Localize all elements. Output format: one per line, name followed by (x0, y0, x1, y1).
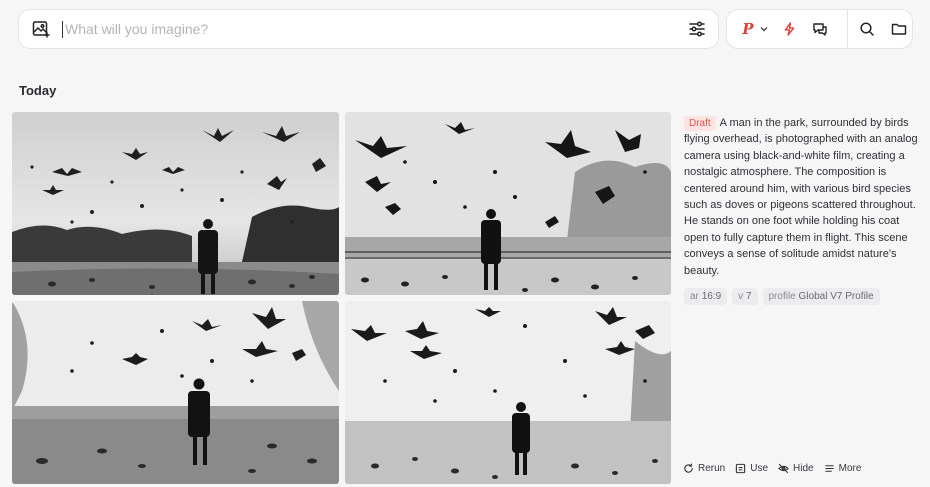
generated-image-1[interactable] (12, 112, 339, 295)
rerun-label: Rerun (698, 463, 726, 474)
prompt-input[interactable] (63, 10, 687, 48)
chat-icon (813, 23, 828, 36)
job-actions: Rerun Use Hide More (683, 463, 861, 474)
aspect-ratio-tag[interactable]: ar 16:9 (684, 288, 728, 305)
folder-button[interactable] (886, 21, 912, 37)
draft-badge: Draft (684, 116, 716, 131)
image-2-scene (345, 112, 671, 295)
more-button[interactable]: More (824, 463, 862, 474)
use-button[interactable]: Use (735, 463, 768, 474)
tag-key: profile (768, 291, 796, 302)
generated-image-4[interactable] (345, 301, 671, 484)
rerun-icon (684, 463, 693, 473)
job-parameters: ar 16:9 v 7 profile Global V7 Profile (684, 288, 880, 305)
more-icon (824, 465, 834, 472)
tag-key: ar (690, 291, 699, 302)
use-icon (736, 463, 746, 474)
use-label: Use (750, 463, 769, 474)
folder-icon (891, 23, 907, 35)
hide-label: Hide (793, 463, 814, 474)
toolbar: P (726, 9, 913, 49)
more-label: More (838, 463, 862, 474)
profile-tag[interactable]: profile Global V7 Profile (762, 288, 880, 305)
tag-value: 16:9 (701, 291, 722, 302)
search-icon (860, 22, 875, 36)
prompt-text[interactable]: A man in the park, surrounded by birds f… (684, 117, 918, 277)
generated-image-3[interactable] (12, 301, 339, 484)
speed-button[interactable] (778, 21, 802, 37)
bolt-icon (784, 22, 795, 36)
generated-image-2[interactable] (345, 112, 671, 295)
version-tag[interactable]: v 7 (732, 288, 758, 305)
hide-icon (778, 463, 789, 474)
image-add-icon[interactable] (31, 19, 51, 39)
rerun-button[interactable]: Rerun (683, 463, 725, 474)
tag-value: Global V7 Profile (798, 291, 874, 302)
chevron-down-icon (760, 27, 767, 32)
image-4-scene (345, 301, 671, 484)
image-3-scene (12, 301, 339, 484)
tag-key: v (738, 291, 744, 302)
mode-selector[interactable]: P (733, 20, 778, 38)
mode-letter: P (742, 20, 754, 38)
prompt-bar (18, 9, 719, 49)
job-description: Draft A man in the park, surrounded by bi… (684, 115, 920, 279)
section-title: Today (19, 83, 57, 98)
hide-button[interactable]: Hide (778, 463, 814, 474)
image-1-scene (12, 112, 339, 295)
chat-button[interactable] (802, 21, 840, 37)
search-button[interactable] (848, 21, 886, 37)
tag-value: 7 (745, 291, 752, 302)
sliders-icon[interactable] (687, 19, 707, 39)
